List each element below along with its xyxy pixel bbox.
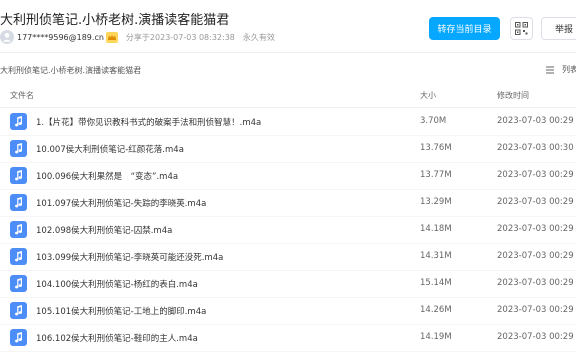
file-size: 13.29M bbox=[420, 197, 452, 207]
audio-file-icon bbox=[10, 194, 27, 211]
file-size: 14.19M bbox=[420, 332, 452, 342]
table-row[interactable]: 101.097侯大利刑侦笔记-失踪的李晓英.m4a 13.29M 2023-07-0… bbox=[0, 189, 576, 217]
audio-file-icon bbox=[10, 221, 27, 238]
user-avatar-icon bbox=[0, 30, 14, 44]
file-size: 14.18M bbox=[420, 224, 452, 234]
file-name[interactable]: 101.097侯大利刑侦笔记-失踪的李晓英.m4a bbox=[36, 197, 206, 209]
file-modified-time: 2023-07-03 00:30 bbox=[497, 143, 574, 153]
view-toggle[interactable]: 列表 bbox=[546, 64, 576, 75]
breadcrumb[interactable]: 大利刑侦笔记.小桥老树.演播读客能猫君 bbox=[0, 65, 141, 76]
share-info: 177****9596@189.cn 分享于2023-07-03 08:32:3… bbox=[0, 30, 275, 44]
header-divider bbox=[0, 52, 576, 53]
file-name[interactable]: 104.100侯大利刑侦笔记-杨红的表白.m4a bbox=[36, 278, 198, 290]
table-row[interactable]: 10.007侯大利刑侦笔记-红颜花落.m4a 13.76M 2023-07-03 0… bbox=[0, 135, 576, 163]
vip-crown-icon bbox=[105, 31, 118, 43]
audio-file-icon bbox=[10, 302, 27, 319]
audio-file-icon bbox=[10, 113, 27, 130]
share-title: 大利刑侦笔记.小桥老树.演播读客能猫君 bbox=[0, 13, 230, 28]
table-row[interactable]: 100.096侯大利果然是 “变态”.m4a 13.77M 2023-07-03 0… bbox=[0, 162, 576, 190]
file-name[interactable]: 106.102侯大利刑侦笔记-鞋印的主人.m4a bbox=[36, 332, 198, 344]
file-modified-time: 2023-07-03 00:29 bbox=[497, 251, 574, 261]
file-size: 3.70M bbox=[420, 116, 447, 126]
file-name[interactable]: 105.101侯大利刑侦笔记-工地上的脚印.m4a bbox=[36, 305, 206, 317]
table-row[interactable]: 1.【片花】带你见识教科书式的破案手法和刑侦智慧！.m4a 3.70M 2023-0… bbox=[0, 108, 576, 136]
audio-file-icon bbox=[10, 140, 27, 157]
table-row[interactable]: 103.099侯大利刑侦笔记-李晓英可能还没死.m4a 14.31M 2023-07… bbox=[0, 243, 576, 271]
file-size: 13.76M bbox=[420, 143, 452, 153]
file-modified-time: 2023-07-03 00:29 bbox=[497, 197, 574, 207]
audio-file-icon bbox=[10, 275, 27, 292]
table-row[interactable]: 104.100侯大利刑侦笔记-杨红的表白.m4a 15.14M 2023-07-03… bbox=[0, 270, 576, 298]
audio-file-icon bbox=[10, 167, 27, 184]
file-name[interactable]: 10.007侯大利刑侦笔记-红颜花落.m4a bbox=[36, 143, 184, 155]
sharer-account[interactable]: 177****9596@189.cn bbox=[17, 33, 104, 42]
table-row[interactable]: 102.098侯大利刑侦笔记-囚禁.m4a 14.18M 2023-07-03 00… bbox=[0, 216, 576, 244]
table-header: 文件名 大小 修改时间 bbox=[0, 82, 576, 108]
qr-code-icon bbox=[515, 22, 528, 35]
column-header-size[interactable]: 大小 bbox=[420, 90, 436, 101]
table-row[interactable]: 106.102侯大利刑侦笔记-鞋印的主人.m4a 14.19M 2023-07-03… bbox=[0, 324, 576, 352]
file-name[interactable]: 1.【片花】带你见识教科书式的破案手法和刑侦智慧！.m4a bbox=[36, 116, 261, 128]
report-button[interactable]: 举报 bbox=[541, 17, 576, 40]
table-row[interactable]: 105.101侯大利刑侦笔记-工地上的脚印.m4a 14.26M 2023-07-0… bbox=[0, 297, 576, 325]
file-modified-time: 2023-07-03 00:29 bbox=[497, 278, 574, 288]
file-size: 14.26M bbox=[420, 305, 452, 315]
share-validity: 永久有效 bbox=[242, 32, 275, 42]
audio-file-icon bbox=[10, 248, 27, 265]
view-toggle-label: 列表 bbox=[562, 65, 576, 74]
list-view-icon bbox=[546, 66, 554, 73]
file-modified-time: 2023-07-03 00:29 bbox=[497, 224, 574, 234]
file-size: 15.14M bbox=[420, 278, 452, 288]
save-directory-button[interactable]: 转存当前目录 bbox=[429, 17, 500, 40]
file-modified-time: 2023-07-03 00:29 bbox=[497, 116, 574, 126]
file-name[interactable]: 102.098侯大利刑侦笔记-囚禁.m4a bbox=[36, 224, 172, 236]
file-name[interactable]: 103.099侯大利刑侦笔记-李晓英可能还没死.m4a bbox=[36, 251, 223, 263]
file-modified-time: 2023-07-03 00:29 bbox=[497, 305, 574, 315]
share-time: 分享于2023-07-03 08:32:38 bbox=[125, 32, 235, 42]
qr-code-button[interactable] bbox=[510, 17, 533, 40]
audio-file-icon bbox=[10, 329, 27, 346]
file-size: 13.77M bbox=[420, 170, 452, 180]
file-modified-time: 2023-07-03 00:29 bbox=[497, 170, 574, 180]
file-name[interactable]: 100.096侯大利果然是 “变态”.m4a bbox=[36, 170, 178, 182]
column-header-name[interactable]: 文件名 bbox=[10, 90, 34, 101]
file-size: 14.31M bbox=[420, 251, 452, 261]
column-header-time[interactable]: 修改时间 bbox=[497, 90, 529, 101]
file-modified-time: 2023-07-03 00:29 bbox=[497, 332, 574, 342]
